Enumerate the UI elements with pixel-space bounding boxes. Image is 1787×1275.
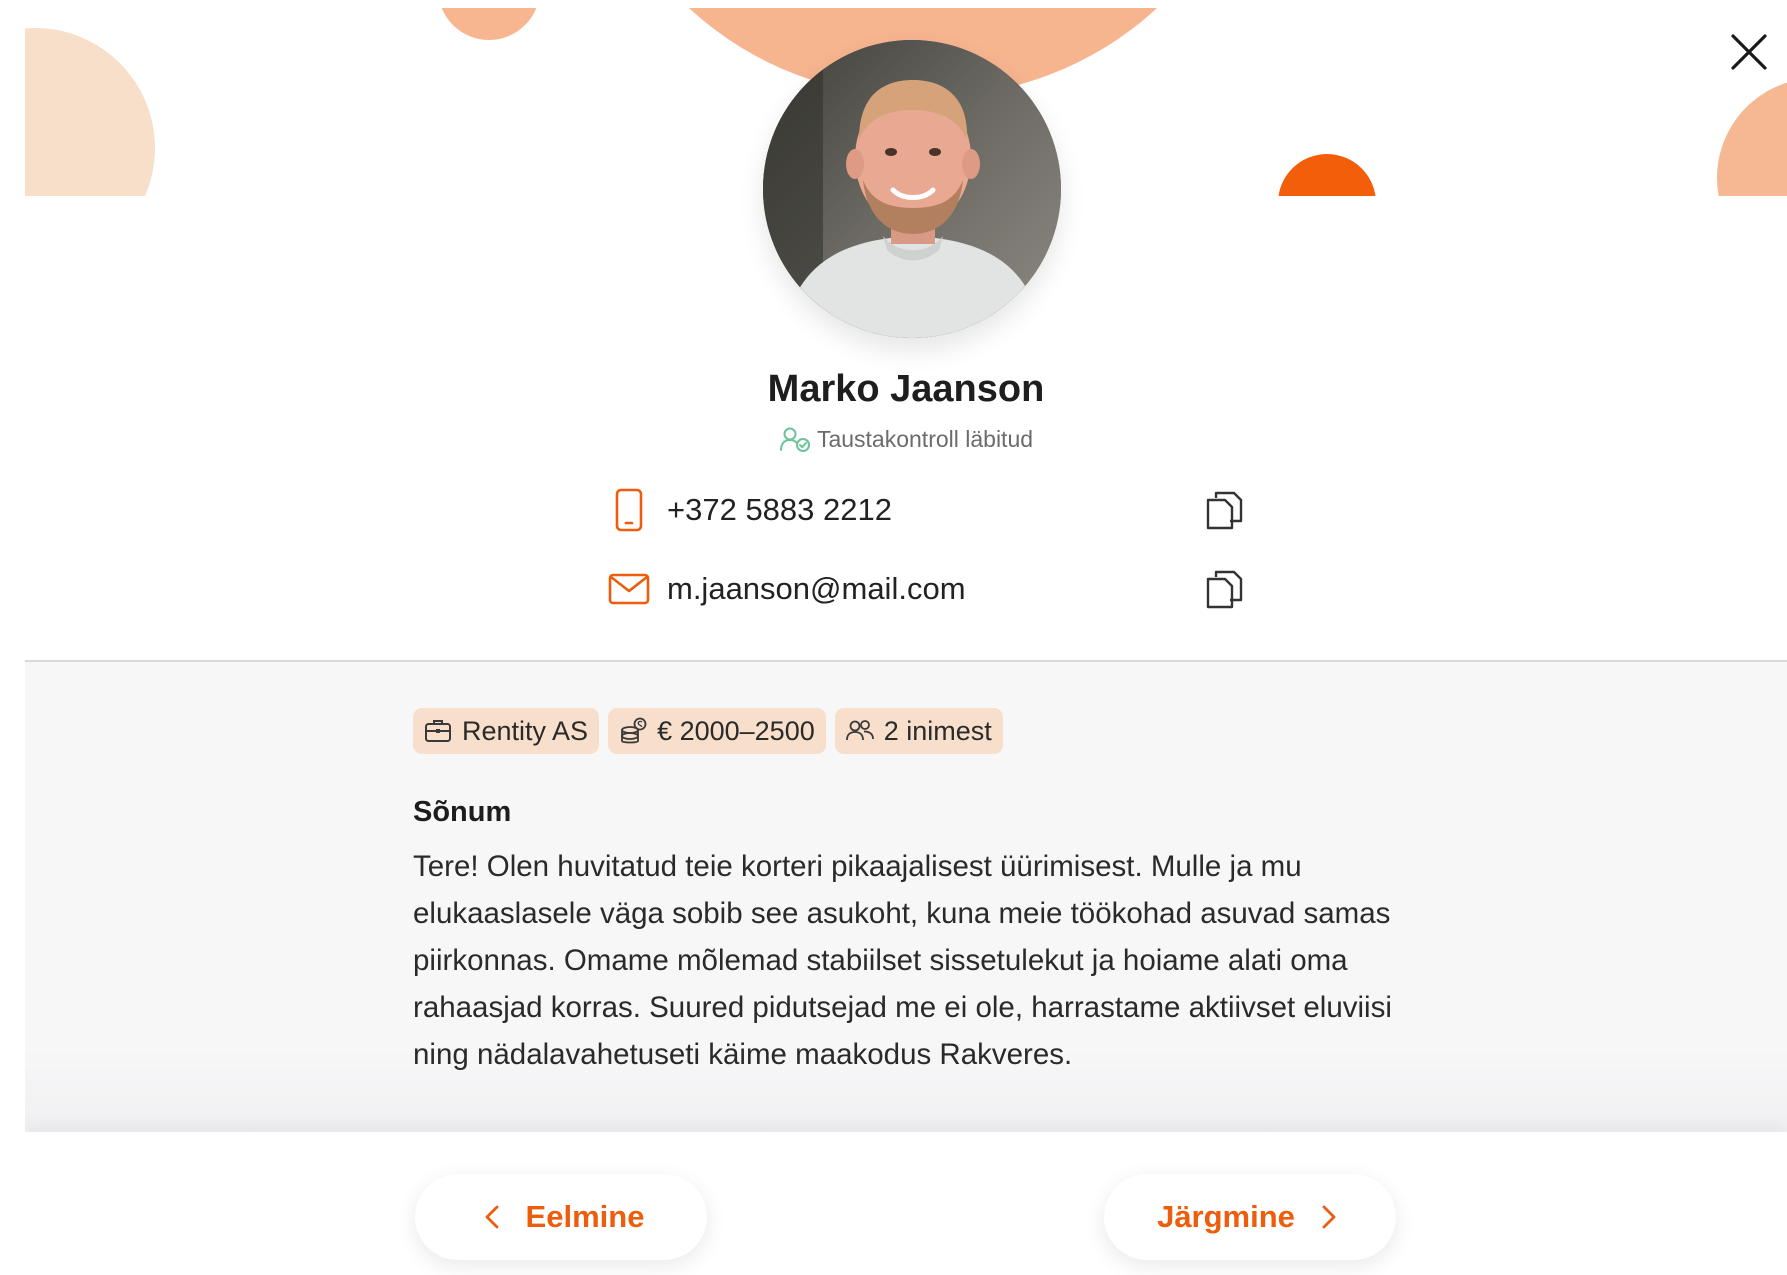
chevron-right-icon xyxy=(1322,1205,1336,1229)
briefcase-icon xyxy=(423,716,453,746)
avatar xyxy=(763,40,1061,338)
avatar-photo xyxy=(763,40,1061,338)
verification-status: Taustakontroll läbitud xyxy=(25,426,1787,453)
email-row: m.jaanson@mail.com xyxy=(607,559,1247,619)
decor-circle-small xyxy=(438,8,540,40)
verification-label: Taustakontroll läbitud xyxy=(816,426,1034,452)
chevron-left-icon xyxy=(485,1205,498,1229)
previous-label: Eelmine xyxy=(525,1199,645,1234)
close-button[interactable] xyxy=(1727,30,1771,74)
decor-circle-left xyxy=(25,28,155,196)
applicant-modal: Marko Jaanson Taustakontroll läbitud +37… xyxy=(25,8,1787,1275)
budget-label: € 2000–2500 xyxy=(657,715,815,746)
copy-phone-button[interactable] xyxy=(1201,488,1245,532)
previous-button[interactable]: Eelmine xyxy=(415,1174,707,1260)
people-icon xyxy=(845,716,875,746)
navigation-footer: Eelmine Järgmine xyxy=(25,1132,1787,1275)
company-label: Rentity AS xyxy=(462,715,589,746)
close-icon xyxy=(1731,34,1767,70)
copy-icon xyxy=(1206,570,1243,609)
copy-icon xyxy=(1206,491,1243,530)
copy-email-button[interactable] xyxy=(1201,567,1245,611)
phone-number: +372 5883 2212 xyxy=(667,492,892,527)
people-chip: 2 inimest xyxy=(834,708,1003,754)
applicant-name: Marko Jaanson xyxy=(767,368,1045,410)
message-title: Sõnum xyxy=(413,796,512,828)
next-label: Järgmine xyxy=(1157,1199,1295,1234)
company-chip: Rentity AS xyxy=(413,708,600,754)
coins-icon xyxy=(618,716,648,746)
person-check-icon xyxy=(779,427,810,452)
message-body: Tere! Olen huvitatud teie korteri pikaaj… xyxy=(413,850,1392,1071)
applicant-tags: Rentity AS € 2000–2500 2 inimest xyxy=(413,708,1003,754)
envelope-icon xyxy=(607,567,651,611)
budget-chip: € 2000–2500 xyxy=(608,708,826,754)
people-label: 2 inimest xyxy=(883,715,992,746)
decor-circle-orange xyxy=(1278,154,1376,196)
phone-row: +372 5883 2212 xyxy=(607,480,1247,540)
decor-circle-right xyxy=(1717,78,1787,196)
email-address: m.jaanson@mail.com xyxy=(667,571,966,606)
phone-icon xyxy=(607,488,651,532)
next-button[interactable]: Järgmine xyxy=(1104,1174,1396,1260)
